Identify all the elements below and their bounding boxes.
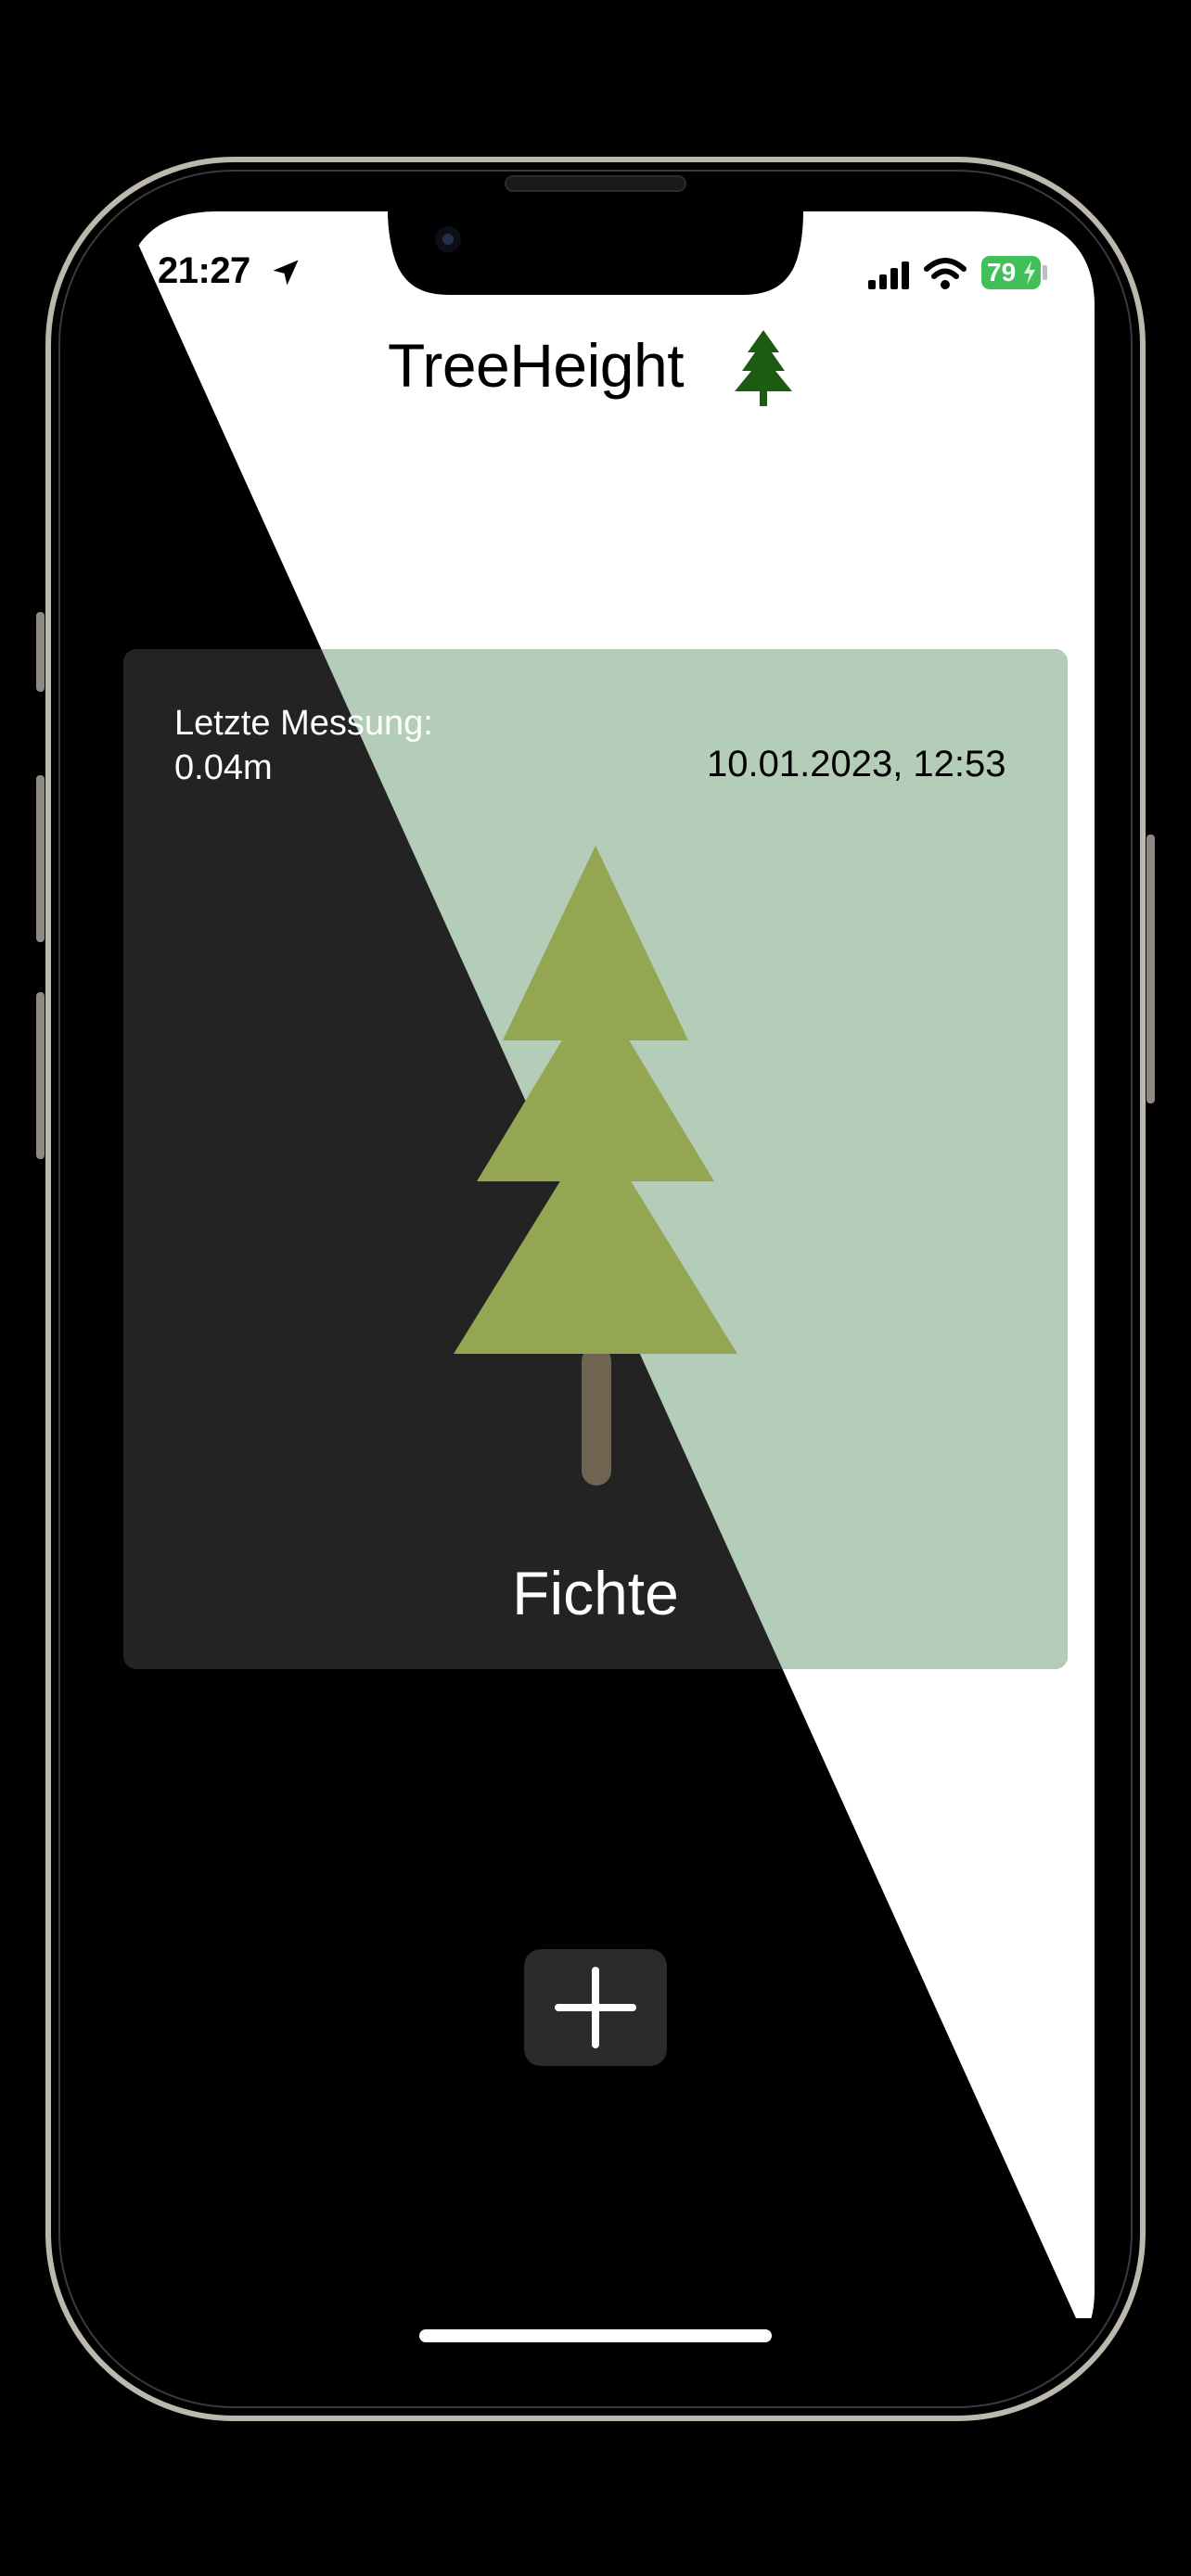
- battery-tip: [1043, 265, 1047, 280]
- plus-icon: [555, 1967, 636, 2048]
- home-indicator[interactable]: [419, 2329, 772, 2342]
- cellular-signal-icon: [868, 261, 909, 289]
- app-title: TreeHeight: [388, 331, 685, 400]
- tree-name[interactable]: Fichte: [0, 1558, 1191, 1628]
- phone-frame: 21:27 79 TreeHeight Letzte Messung: 0.04…: [0, 0, 1191, 2576]
- status-time: 21:27: [158, 250, 250, 291]
- location-arrow-icon: [273, 260, 299, 286]
- measurement-timestamp: 10.01.2023, 12:53: [707, 744, 1006, 784]
- pine-tree-icon: [735, 330, 792, 406]
- last-measurement-value: 0.04m: [174, 748, 273, 787]
- wifi-icon: [924, 258, 967, 289]
- battery-level: 79: [987, 258, 1017, 287]
- add-button[interactable]: [524, 1949, 667, 2066]
- charging-bolt-icon: [1024, 261, 1035, 285]
- pine-tree-illustration: [454, 846, 737, 1486]
- last-measurement-label: Letzte Messung:: [174, 704, 433, 743]
